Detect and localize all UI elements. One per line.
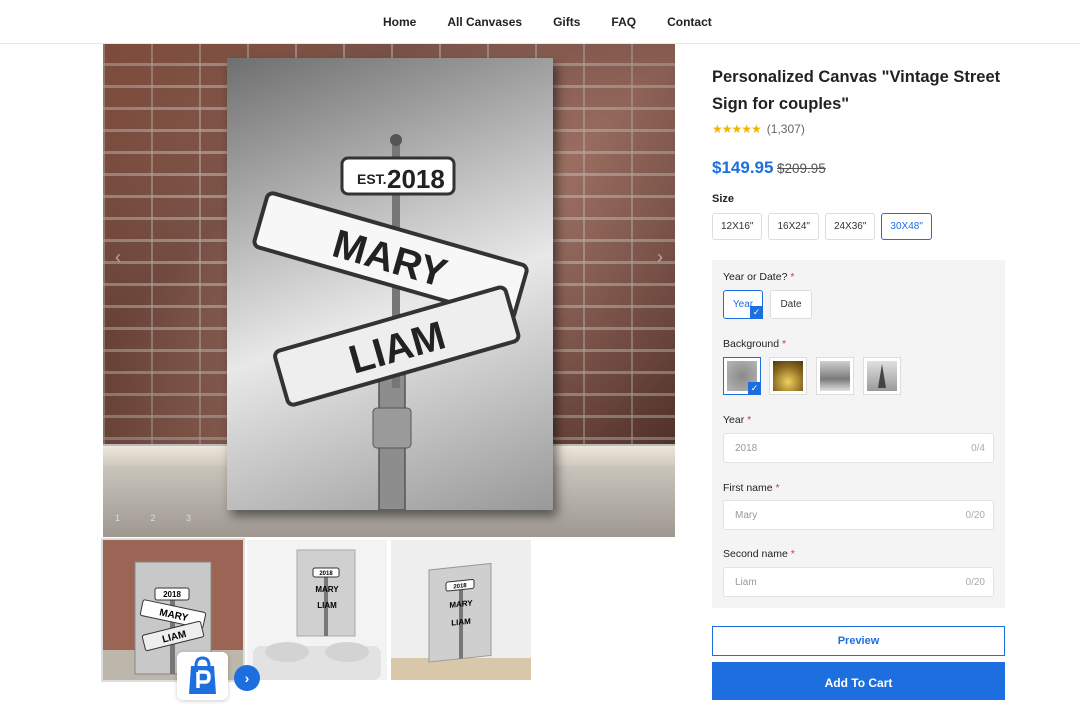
product-title: Personalized Canvas "Vintage Street Sign… xyxy=(712,68,1001,113)
nav-all-canvases[interactable]: All Canvases xyxy=(447,15,522,29)
thumb-1-year: 2018 xyxy=(163,590,181,599)
image-prev-arrow[interactable]: ‹ xyxy=(105,244,131,270)
second-name-char-count: 0/20 xyxy=(965,577,985,588)
nav-faq[interactable]: FAQ xyxy=(611,15,636,29)
sign-est-text: EST. xyxy=(357,171,387,187)
street-sign-illustration: EST. 2018 MARY LIAM xyxy=(252,134,529,511)
second-name-label: Second name * xyxy=(723,548,795,560)
background-option-eiffel-tower[interactable] xyxy=(863,357,901,395)
size-option-16x24[interactable]: 16X24" xyxy=(768,213,819,240)
product-main-image[interactable]: EST. 2018 MARY LIAM ‹ › 1 2 3 xyxy=(103,44,675,537)
review-count: (1,307) xyxy=(766,122,805,136)
background-option-blur[interactable]: ✓ xyxy=(723,357,761,395)
original-price: $209.95 xyxy=(777,161,826,176)
image-pagination-dots[interactable]: 1 2 3 xyxy=(115,513,205,523)
first-name-label: First name * xyxy=(723,482,780,494)
first-name-input[interactable]: Mary 0/20 xyxy=(723,500,994,530)
nav-links: Home All Canvases Gifts FAQ Contact xyxy=(383,15,743,29)
year-char-count: 0/4 xyxy=(971,443,985,454)
nav-home[interactable]: Home xyxy=(383,15,416,29)
first-name-char-count: 0/20 xyxy=(965,510,985,521)
choice-year[interactable]: Year ✓ xyxy=(723,290,763,319)
thumbnail-3[interactable]: 2018 MARY LIAM xyxy=(391,540,531,680)
size-option-24x36[interactable]: 24X36" xyxy=(824,213,876,240)
product-rating[interactable]: ★★★★★ (1,307) xyxy=(712,122,805,136)
personalization-panel: Year or Date? * Year ✓ Date Background * … xyxy=(712,260,1005,608)
nav-contact[interactable]: Contact xyxy=(667,15,712,29)
add-to-cart-button[interactable]: Add To Cart xyxy=(712,662,1005,700)
choice-date[interactable]: Date xyxy=(770,290,812,319)
year-input[interactable]: 2018 0/4 xyxy=(723,433,994,463)
thumbnail-next-button[interactable]: › xyxy=(234,665,260,691)
brand-logo-badge[interactable] xyxy=(177,652,228,700)
sign-year-text: 2018 xyxy=(387,164,445,194)
size-option-30x48[interactable]: 30X48" xyxy=(881,213,932,240)
size-options: 12X16" 16X24" 24X36" 30X48" xyxy=(712,213,938,240)
canvas-print: EST. 2018 MARY LIAM xyxy=(227,58,553,511)
eiffel-tower-icon xyxy=(878,364,886,388)
star-rating-icon: ★★★★★ xyxy=(712,122,762,136)
thumbnail-2[interactable]: 2018 MARY LIAM xyxy=(247,540,387,680)
background-option-autumn-trees[interactable] xyxy=(769,357,807,395)
thumb-2-name-2: LIAM xyxy=(317,601,337,610)
year-input-value: 2018 xyxy=(735,443,758,454)
current-price: $149.95 xyxy=(712,158,774,177)
thumb-2-year: 2018 xyxy=(319,571,333,577)
year-or-date-label: Year or Date? * xyxy=(723,271,795,283)
background-option-snowy-road[interactable] xyxy=(816,357,854,395)
second-name-input[interactable]: Liam 0/20 xyxy=(723,567,994,597)
preview-button[interactable]: Preview xyxy=(712,626,1005,656)
check-icon: ✓ xyxy=(750,306,763,319)
top-nav: Home All Canvases Gifts FAQ Contact xyxy=(0,0,1080,44)
shopping-bag-logo-icon xyxy=(189,656,216,694)
second-name-input-value: Liam xyxy=(735,577,757,588)
size-label: Size xyxy=(712,193,735,205)
year-field-label: Year * xyxy=(723,414,752,426)
size-option-12x16[interactable]: 12X16" xyxy=(712,213,763,240)
check-icon: ✓ xyxy=(748,382,761,395)
image-next-arrow[interactable]: › xyxy=(647,244,673,270)
nav-gifts[interactable]: Gifts xyxy=(553,15,580,29)
background-label: Background * xyxy=(723,338,787,350)
first-name-input-value: Mary xyxy=(735,510,758,521)
thumb-2-name-1: MARY xyxy=(315,585,339,594)
